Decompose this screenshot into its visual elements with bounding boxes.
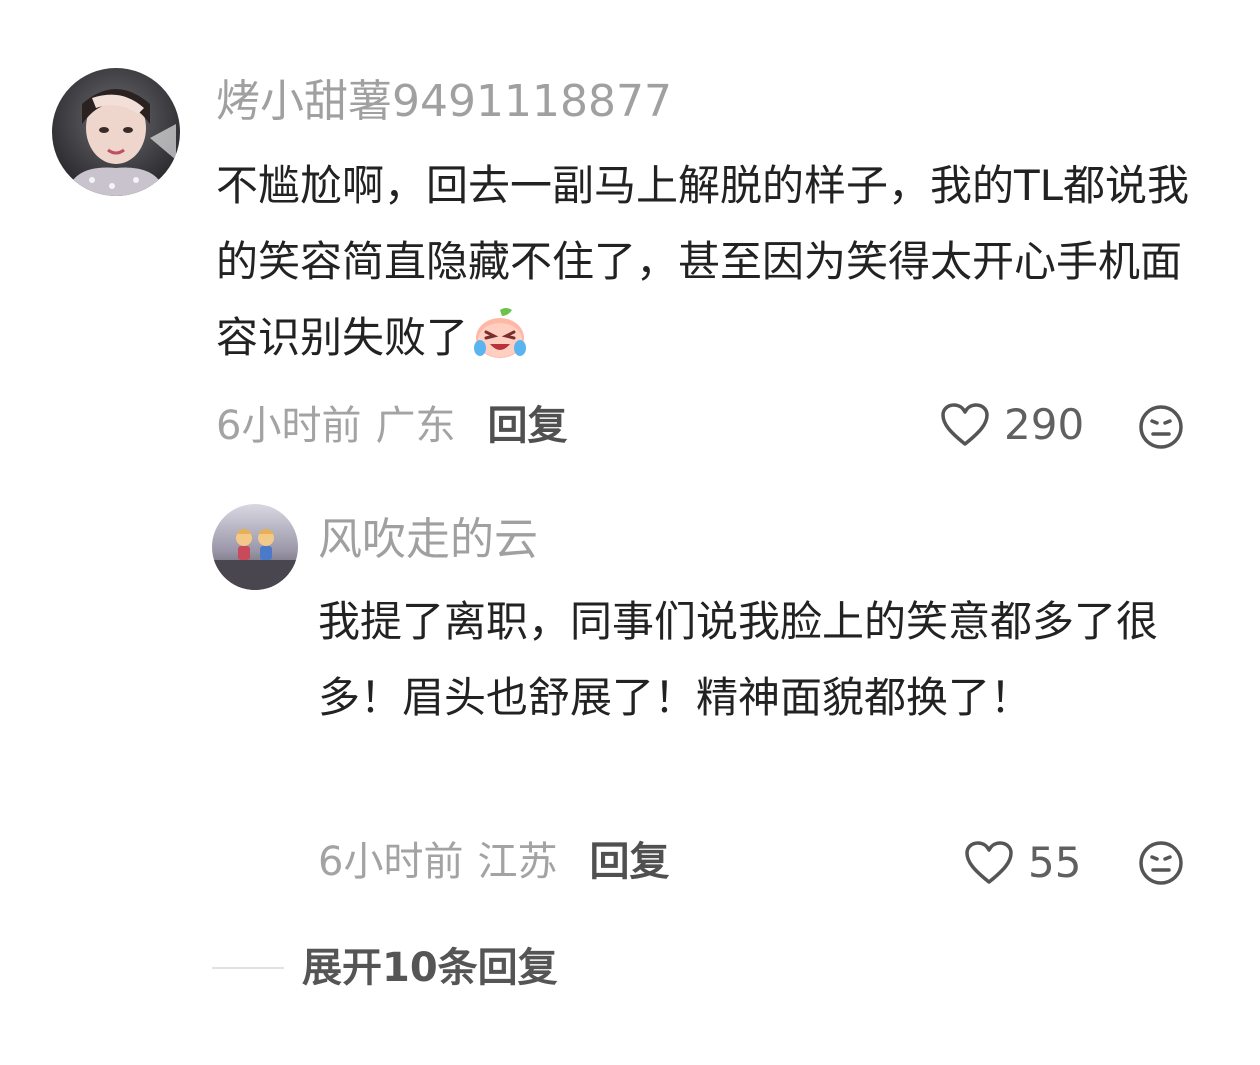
comment-text-body: 不尴尬啊，回去一副马上解脱的样子，我的TL都说我的笑容简直隐藏不住了，甚至因为笑… [216, 161, 1190, 362]
expand-replies-button[interactable]: 展开10条回复 [212, 948, 558, 988]
comment-thread: 烤小甜薯9491118877 不尴尬啊，回去一副马上解脱的样子，我的TL都说我的… [0, 0, 1260, 1065]
laughing-crying-peach-emoji-icon [472, 306, 528, 362]
like-count: 290 [1004, 400, 1085, 449]
expand-replies-label: 展开10条回复 [302, 945, 558, 991]
divider [212, 967, 284, 969]
reply-like-count: 55 [1028, 838, 1082, 887]
reply-meta: 6小时前 江苏 回复 [318, 842, 669, 882]
comment-username[interactable]: 烤小甜薯9491118877 [216, 80, 672, 124]
comment-meta: 6小时前 广东 回复 [216, 406, 567, 446]
avatar[interactable] [52, 68, 180, 196]
reply-location: 江苏 [477, 839, 558, 885]
reply-avatar[interactable] [212, 504, 298, 590]
reply-username[interactable]: 风吹走的云 [318, 518, 538, 562]
comment-text: 不尴尬啊，回去一副马上解脱的样子，我的TL都说我的笑容简直隐藏不住了，甚至因为笑… [216, 148, 1206, 376]
reply-time: 6小时前 [318, 839, 464, 885]
reply-button[interactable]: 回复 [487, 406, 567, 446]
neutral-face-icon[interactable] [1138, 404, 1184, 450]
heart-outline-icon [941, 403, 989, 446]
comment-location: 广东 [375, 403, 456, 449]
reply-text: 我提了离职，同事们说我脸上的笑意都多了很多！眉头也舒展了！精神面貌都换了！ [318, 597, 1159, 722]
reply-like-button[interactable]: 55 [964, 840, 1081, 886]
comment-time: 6小时前 [216, 403, 362, 449]
heart-outline-icon [965, 841, 1013, 884]
like-button[interactable]: 290 [940, 402, 1084, 448]
neutral-face-icon[interactable] [1138, 840, 1184, 886]
reply-reply-button[interactable]: 回复 [589, 842, 669, 882]
